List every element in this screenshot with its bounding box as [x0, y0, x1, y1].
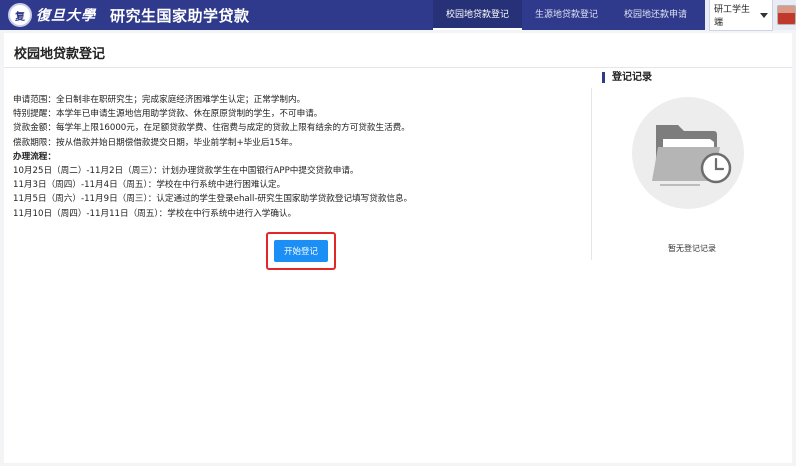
records-title: 登记记录: [602, 72, 652, 83]
empty-folder-clock-icon: [632, 97, 744, 209]
start-registration-button[interactable]: 开始登记: [274, 240, 328, 262]
process-heading: 办理流程：: [13, 151, 56, 162]
section-divider: [591, 88, 592, 260]
loan-info-text: 申请范围：全日制非在职研究生；完成家庭经济困难学生认定；正常学制内。 特别提醒：…: [13, 93, 583, 221]
university-logo[interactable]: 复 復旦大學: [0, 0, 96, 30]
tab-campus-loan-registration[interactable]: 校园地贷款登记: [432, 0, 522, 30]
process-step-1: 10月25日（周二）-11月2日（周三）：计划办理贷款学生在中国银行APP中提交…: [13, 166, 359, 177]
top-navbar: 复 復旦大學 研究生国家助学贷款 校园地贷款登记 生源地贷款登记 校园地还款申请…: [0, 0, 796, 31]
main-nav: 校园地贷款登记 生源地贷款登记 校园地还款申请: [432, 0, 700, 30]
avatar[interactable]: [776, 5, 796, 25]
info-line-term: 偿款期限：按从借款并始日期偿借款提交日期，毕业前学制+毕业后15年。: [13, 137, 298, 148]
university-name: 復旦大學: [36, 8, 96, 24]
process-step-4: 11月10日（周四）-11月11日（周五）：学校在中行系统中进行入学确认。: [13, 208, 297, 219]
process-step-2: 11月3日（周四）-11月4日（周五）：学校在中行系统中进行困难认定。: [13, 180, 286, 191]
tab-origin-loan-registration[interactable]: 生源地贷款登记: [522, 0, 611, 30]
process-step-3: 11月5日（周六）-11月9日（周三）：认定通过的学生登录ehall-研究生国家…: [13, 194, 413, 205]
tab-campus-repayment-application[interactable]: 校园地还款申请: [611, 0, 700, 30]
user-name-label: 研工学生端: [714, 5, 751, 28]
empty-records-text: 暂无登记记录: [668, 244, 716, 253]
page-title: 校园地贷款登记: [14, 47, 106, 62]
university-seal-icon: 复: [8, 3, 32, 27]
info-line-amount: 贷款金额：每学年上限16000元，在足额贷款学费、住宿费与成定的贷款上限有结余的…: [13, 123, 410, 134]
main-card: 校园地贷款登记 申请范围：全日制非在职研究生；完成家庭经济困难学生认定；正常学制…: [4, 33, 792, 463]
info-line-reminder: 特别提醒：本学年已申请生源地信用助学贷款、休在原原贷制的学生，不可申请。: [13, 109, 323, 120]
user-role-select[interactable]: 研工学生端: [709, 0, 773, 31]
info-line-scope: 申请范围：全日制非在职研究生；完成家庭经济困难学生认定；正常学制内。: [13, 95, 306, 105]
chevron-down-icon: [759, 12, 768, 18]
system-title: 研究生国家助学贷款: [110, 6, 250, 25]
start-button-highlight: 开始登记: [266, 232, 336, 270]
title-divider: [4, 67, 792, 68]
user-menu[interactable]: 研工学生端: [705, 0, 796, 31]
